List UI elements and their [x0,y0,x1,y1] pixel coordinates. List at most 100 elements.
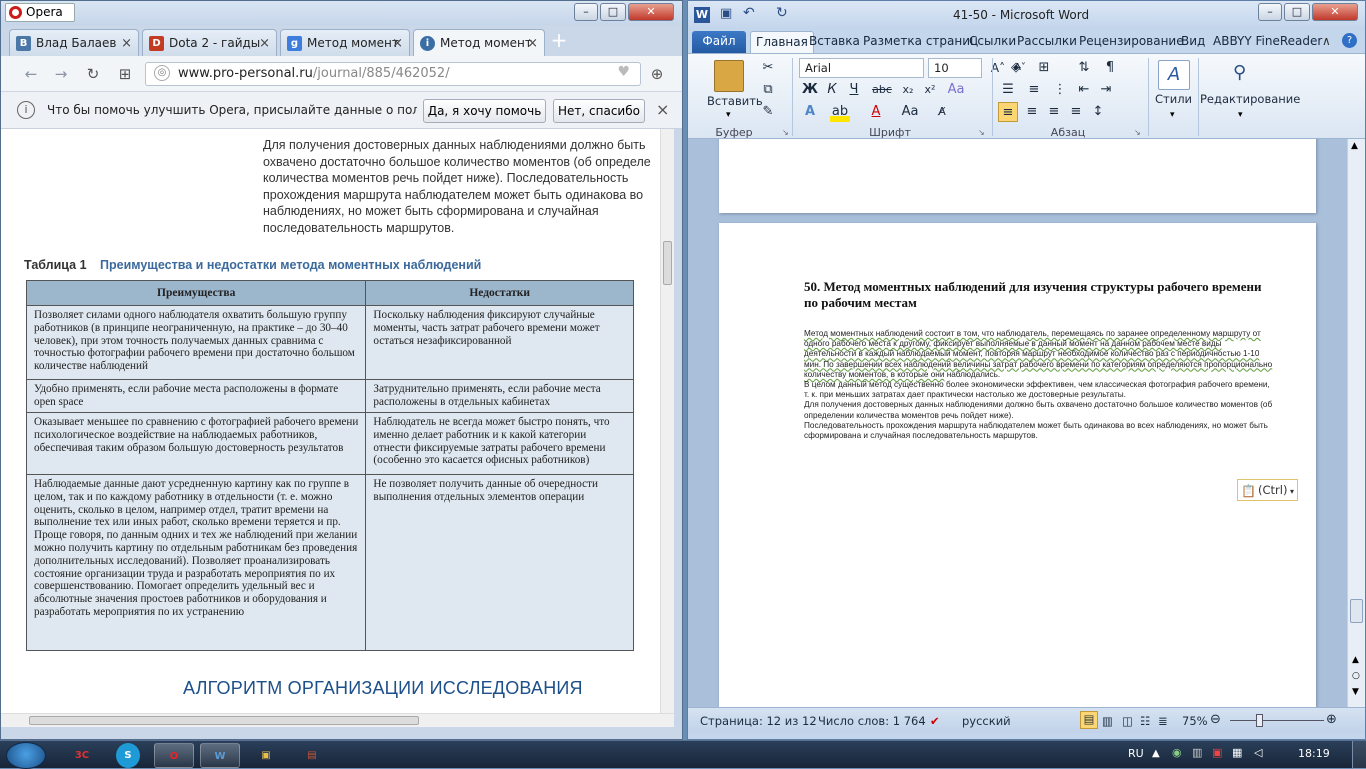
minimize-ribbon-icon[interactable]: ∧ [1322,34,1331,48]
draft-icon[interactable]: ≣ [1158,714,1168,728]
forward-icon[interactable]: → [51,64,71,84]
font-color-icon[interactable]: A [866,102,886,122]
tab-view[interactable]: Вид [1176,31,1210,53]
tab-review[interactable]: Рецензирование [1074,31,1189,53]
close-tab-icon[interactable]: × [259,36,270,51]
language-indicator[interactable]: RU [1128,747,1144,760]
word-app-icon[interactable]: W [694,7,710,23]
language[interactable]: русский [962,714,1011,728]
word-count[interactable]: Число слов: 1 764 [818,714,926,728]
scroll-thumb[interactable] [29,716,419,725]
cut-icon[interactable]: ✂ [758,58,778,78]
outline-icon[interactable]: ☷ [1140,714,1150,728]
close-tab-icon[interactable]: × [121,36,132,51]
opera-menu-button[interactable]: Opera [5,3,75,22]
paste-button[interactable]: Вставить [707,94,763,108]
scroll-up-icon[interactable]: ▲ [1351,141,1358,151]
scroll-thumb[interactable] [663,241,672,285]
bookmark-heart-icon[interactable]: ♥ [617,64,630,80]
tab-google[interactable]: g Метод момент × [280,29,410,56]
line-spacing-icon[interactable]: ↕ [1088,102,1108,122]
zoom-in-icon[interactable]: ⊕ [1326,712,1337,727]
redo-icon[interactable]: ↻ [776,5,788,21]
minimize-button[interactable]: – [574,3,598,21]
skype-icon[interactable]: S [116,743,140,768]
italic-icon[interactable]: К [822,80,842,100]
document-page[interactable]: 50. Метод моментных наблюдений для изуче… [719,223,1316,707]
styles-button[interactable]: Стили [1155,92,1192,106]
tray-icon[interactable]: ▥ [1192,746,1202,759]
chevron-down-icon[interactable]: ▾ [726,110,731,120]
new-tab-button[interactable]: + [549,29,569,51]
show-marks-icon[interactable]: ¶ [1100,58,1120,78]
save-icon[interactable]: ▣ [720,6,732,21]
chevron-down-icon[interactable]: ▾ [1170,110,1175,120]
address-field[interactable]: ◎ www.pro-personal.ru/journal/885/462052… [145,62,641,86]
clear-formatting-icon[interactable]: A̸ [932,102,952,122]
dialog-launcher-icon[interactable]: ↘ [1134,128,1141,137]
shading-icon[interactable]: ◈ [1006,58,1026,78]
full-screen-icon[interactable]: ▥ [1102,714,1113,728]
reload-icon[interactable]: ↻ [83,64,103,84]
binoculars-icon[interactable]: ⚲ [1233,62,1246,83]
explorer-icon[interactable]: ▣ [246,743,286,768]
borders-icon[interactable]: ⊞ [1034,58,1054,78]
tray-icon[interactable]: ▣ [1212,746,1222,759]
close-button[interactable]: ✕ [1312,3,1358,21]
justify-icon[interactable]: ≡ [1066,102,1086,122]
align-right-icon[interactable]: ≡ [1044,102,1064,122]
browse-object-icon[interactable]: ○ [1352,671,1360,681]
print-layout-icon[interactable]: ▤ [1080,711,1098,729]
page-count[interactable]: Страница: 12 из 12 [700,714,817,728]
tab-mailings[interactable]: Рассылки [1012,31,1082,53]
maximize-button[interactable]: □ [1284,3,1310,21]
close-button[interactable]: ✕ [628,3,674,21]
align-left-icon[interactable]: ≡ [998,102,1018,122]
infobar-no-button[interactable]: Нет, спасибо [553,99,645,123]
next-page-icon[interactable]: ▼ [1352,687,1359,697]
highlight-icon[interactable]: ab [830,102,850,122]
vertical-scrollbar[interactable]: ▲ ▲ ○ ▼ [1347,139,1365,707]
close-infobar-icon[interactable]: × [656,100,669,119]
zoom-level[interactable]: 75% [1182,714,1208,728]
decrease-indent-icon[interactable]: ⇤ [1074,80,1094,100]
proofing-icon[interactable]: ✔ [930,714,940,728]
download-icon[interactable]: ⊕ [647,64,667,84]
tab-dota[interactable]: D Dota 2 - гайды × [142,29,277,56]
vertical-scrollbar[interactable] [660,129,674,713]
taskbar-app-icon[interactable]: 3C [62,743,102,768]
word-taskbar-icon[interactable]: W [200,743,240,768]
tab-vk[interactable]: B Влад Балаев × [9,29,139,56]
web-layout-icon[interactable]: ◫ [1122,714,1133,728]
format-painter-icon[interactable]: ✎ [758,102,778,122]
speed-dial-icon[interactable]: ⊞ [115,64,135,84]
back-icon[interactable]: ← [21,64,41,84]
start-button[interactable] [6,742,46,769]
chevron-down-icon[interactable]: ▾ [1238,110,1243,120]
help-icon[interactable]: ? [1342,33,1357,48]
minimize-button[interactable]: – [1258,3,1282,21]
strikethrough-icon[interactable]: abc [872,80,892,100]
close-tab-icon[interactable]: × [392,36,403,51]
change-case-icon[interactable]: Аа [946,80,966,100]
underline-icon[interactable]: Ч [844,80,864,100]
copy-icon[interactable]: ⧉ [758,80,778,100]
opera-taskbar-icon[interactable]: O [154,743,194,768]
infobar-yes-button[interactable]: Да, я хочу помочь [423,99,546,123]
tab-insert[interactable]: Вставка [804,31,865,53]
superscript-icon[interactable]: x² [920,80,940,100]
network-icon[interactable]: ▦ [1232,746,1242,759]
paste-icon[interactable] [714,60,744,92]
zoom-out-icon[interactable]: ⊖ [1210,712,1221,727]
tab-active[interactable]: i Метод момент × [413,29,545,56]
tray-icon[interactable]: ▲ [1152,748,1160,759]
paste-options-button[interactable]: 📋 (Ctrl) ▾ [1237,479,1298,501]
bold-icon[interactable]: Ж [800,80,820,100]
numbering-icon[interactable]: ≡ [1024,80,1044,100]
scroll-thumb[interactable] [1350,599,1363,623]
styles-icon[interactable]: A [1158,60,1190,90]
undo-icon[interactable]: ↶ [743,5,755,21]
taskbar-app-icon-2[interactable]: ▤ [292,743,332,768]
zoom-slider[interactable] [1230,720,1324,721]
tab-abbyy[interactable]: ABBYY FineReader [1208,31,1327,53]
